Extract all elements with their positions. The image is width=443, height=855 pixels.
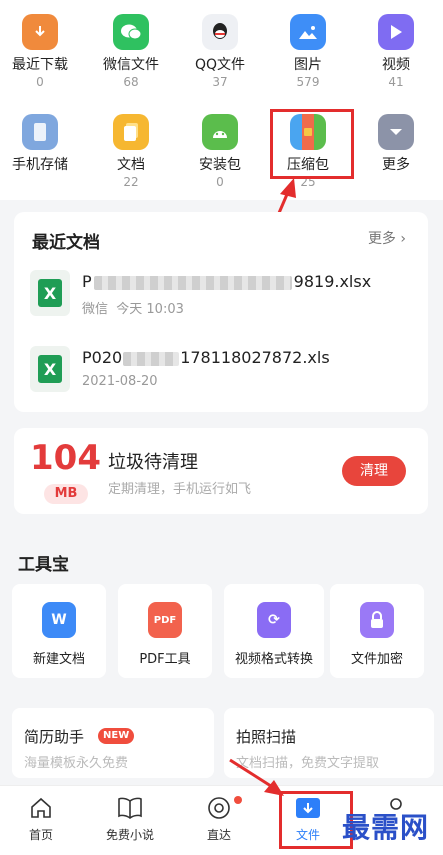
- category-count: 68: [123, 75, 139, 89]
- doc-time: 2021-08-20: [82, 374, 158, 389]
- nav-direct[interactable]: 直达: [175, 794, 263, 843]
- pdf-icon: PDF: [148, 602, 182, 638]
- tool-new-document[interactable]: W 新建文档: [12, 584, 106, 678]
- category-label: 图片: [294, 57, 322, 73]
- doc-time: 今天 10:03: [116, 302, 184, 317]
- nav-label: 免费小说: [105, 828, 154, 842]
- cleanup-title: 垃圾待清理: [108, 452, 198, 473]
- download-icon: [22, 14, 58, 50]
- category-count: [0, 175, 84, 189]
- nav-home[interactable]: 首页: [0, 794, 85, 843]
- phone-storage-icon: [22, 114, 58, 150]
- category-label: 文档: [117, 157, 145, 173]
- toolbox-title: 工具宝: [18, 555, 69, 575]
- tool-label: PDF工具: [139, 652, 191, 667]
- category-label: 手机存储: [12, 157, 68, 173]
- document-icon: [113, 114, 149, 150]
- qq-icon: [202, 14, 238, 50]
- android-icon: [202, 114, 238, 150]
- category-count: 37: [212, 75, 228, 89]
- promo-title: 简历助手: [24, 728, 85, 746]
- category-images[interactable]: 图片 579: [264, 14, 352, 89]
- category-count: 41: [388, 75, 404, 89]
- category-label: 压缩包: [287, 157, 329, 173]
- category-install-packages[interactable]: 安装包 0: [176, 114, 264, 189]
- nav-files[interactable]: 文件: [264, 794, 352, 843]
- image-icon: [290, 14, 326, 50]
- annotation-arrow-icon: [229, 758, 284, 796]
- video-convert-icon: ⟳: [257, 602, 291, 638]
- tool-file-encrypt[interactable]: 文件加密: [330, 584, 424, 678]
- nav-label: 首页: [28, 828, 53, 842]
- promo-subtitle: 海量模板永久免费: [24, 756, 129, 771]
- category-label: 最近下载: [12, 57, 68, 73]
- cleanup-subtitle: 定期清理，手机运行如飞: [108, 482, 252, 497]
- category-count: 22: [123, 175, 139, 189]
- tool-label: 视频格式转换: [234, 652, 313, 667]
- nav-free-novels[interactable]: 免费小说: [86, 794, 174, 843]
- junk-size-unit: MB: [44, 484, 88, 504]
- category-count: 0: [36, 75, 44, 89]
- recent-doc-item[interactable]: X P020 178118027872.xls 2021-08-20: [30, 346, 420, 396]
- category-recent-downloads[interactable]: 最近下载 0: [0, 14, 84, 89]
- doc-filename-end: 9819.xlsx: [293, 272, 372, 291]
- category-label: 更多: [382, 157, 410, 173]
- category-phone-storage[interactable]: 手机存储: [0, 114, 84, 189]
- chevron-down-icon: [378, 114, 414, 150]
- junk-size-value: 104: [30, 438, 101, 478]
- nav-label: 直达: [206, 828, 231, 842]
- book-icon: [116, 794, 144, 822]
- excel-icon: X: [30, 270, 70, 316]
- doc-filename: P 9819.xlsx: [82, 272, 371, 291]
- chevron-right-icon: ›: [400, 231, 406, 247]
- category-videos[interactable]: 视频 41: [352, 14, 440, 89]
- category-count: [352, 175, 440, 189]
- watermark-logo: 最需网: [341, 811, 429, 844]
- archive-icon: [290, 114, 326, 150]
- nav-label: 文件: [295, 828, 320, 842]
- junk-cleanup-card: 104 MB 垃圾待清理 定期清理，手机运行如飞 清理: [14, 428, 428, 514]
- file-manager-page: 最近下载 0 微信文件 68 QQ文件 37 图片 579 视频 41 手机存储…: [0, 0, 443, 855]
- redacted-text: [93, 275, 292, 290]
- file-icon: [294, 794, 322, 822]
- category-qq-files[interactable]: QQ文件 37: [176, 14, 264, 89]
- home-icon: [27, 794, 55, 822]
- new-badge: NEW: [98, 728, 135, 744]
- tool-pdf[interactable]: PDF PDF工具: [118, 584, 212, 678]
- wechat-icon: [113, 14, 149, 50]
- doc-filename-start: P: [82, 272, 92, 291]
- more-label: 更多: [367, 231, 396, 247]
- excel-icon: X: [30, 346, 70, 392]
- doc-meta: 2021-08-20: [82, 374, 158, 389]
- category-grid: 最近下载 0 微信文件 68 QQ文件 37 图片 579 视频 41 手机存储…: [0, 0, 443, 200]
- recent-more-link[interactable]: 更多 ›: [368, 228, 406, 248]
- tool-label: 文件加密: [350, 652, 403, 667]
- category-label: QQ文件: [194, 57, 246, 73]
- doc-filename-end: 178118027872.xls: [180, 348, 330, 367]
- doc-source: 微信: [82, 302, 109, 317]
- category-count: 0: [216, 175, 224, 189]
- category-documents[interactable]: 文档 22: [87, 114, 175, 189]
- doc-meta: 微信 今天 10:03: [82, 298, 184, 317]
- doc-filename: P020 178118027872.xls: [82, 348, 330, 367]
- promo-title: 拍照扫描: [236, 728, 297, 746]
- lock-icon: [360, 602, 394, 638]
- recent-documents-card: 最近文档 更多 › X P 9819.xlsx 微信 今天 10:03 X P02…: [14, 212, 428, 412]
- recent-doc-item[interactable]: X P 9819.xlsx 微信 今天 10:03: [30, 270, 420, 320]
- tool-video-convert[interactable]: ⟳ 视频格式转换: [224, 584, 324, 678]
- tool-label: 新建文档: [32, 652, 85, 667]
- promo-resume-helper[interactable]: 简历助手 NEW 海量模板永久免费: [12, 708, 214, 778]
- category-label: 视频: [382, 57, 410, 73]
- category-count: 579: [296, 75, 320, 89]
- category-label: 微信文件: [103, 57, 159, 73]
- video-icon: [378, 14, 414, 50]
- doc-filename-start: P020: [82, 348, 123, 367]
- redacted-text: [123, 351, 180, 366]
- category-more[interactable]: 更多: [352, 114, 440, 189]
- category-wechat-files[interactable]: 微信文件 68: [87, 14, 175, 89]
- word-icon: W: [42, 602, 76, 638]
- cleanup-button[interactable]: 清理: [342, 456, 406, 486]
- category-label: 安装包: [199, 157, 241, 173]
- recent-documents-title: 最近文档: [32, 233, 100, 253]
